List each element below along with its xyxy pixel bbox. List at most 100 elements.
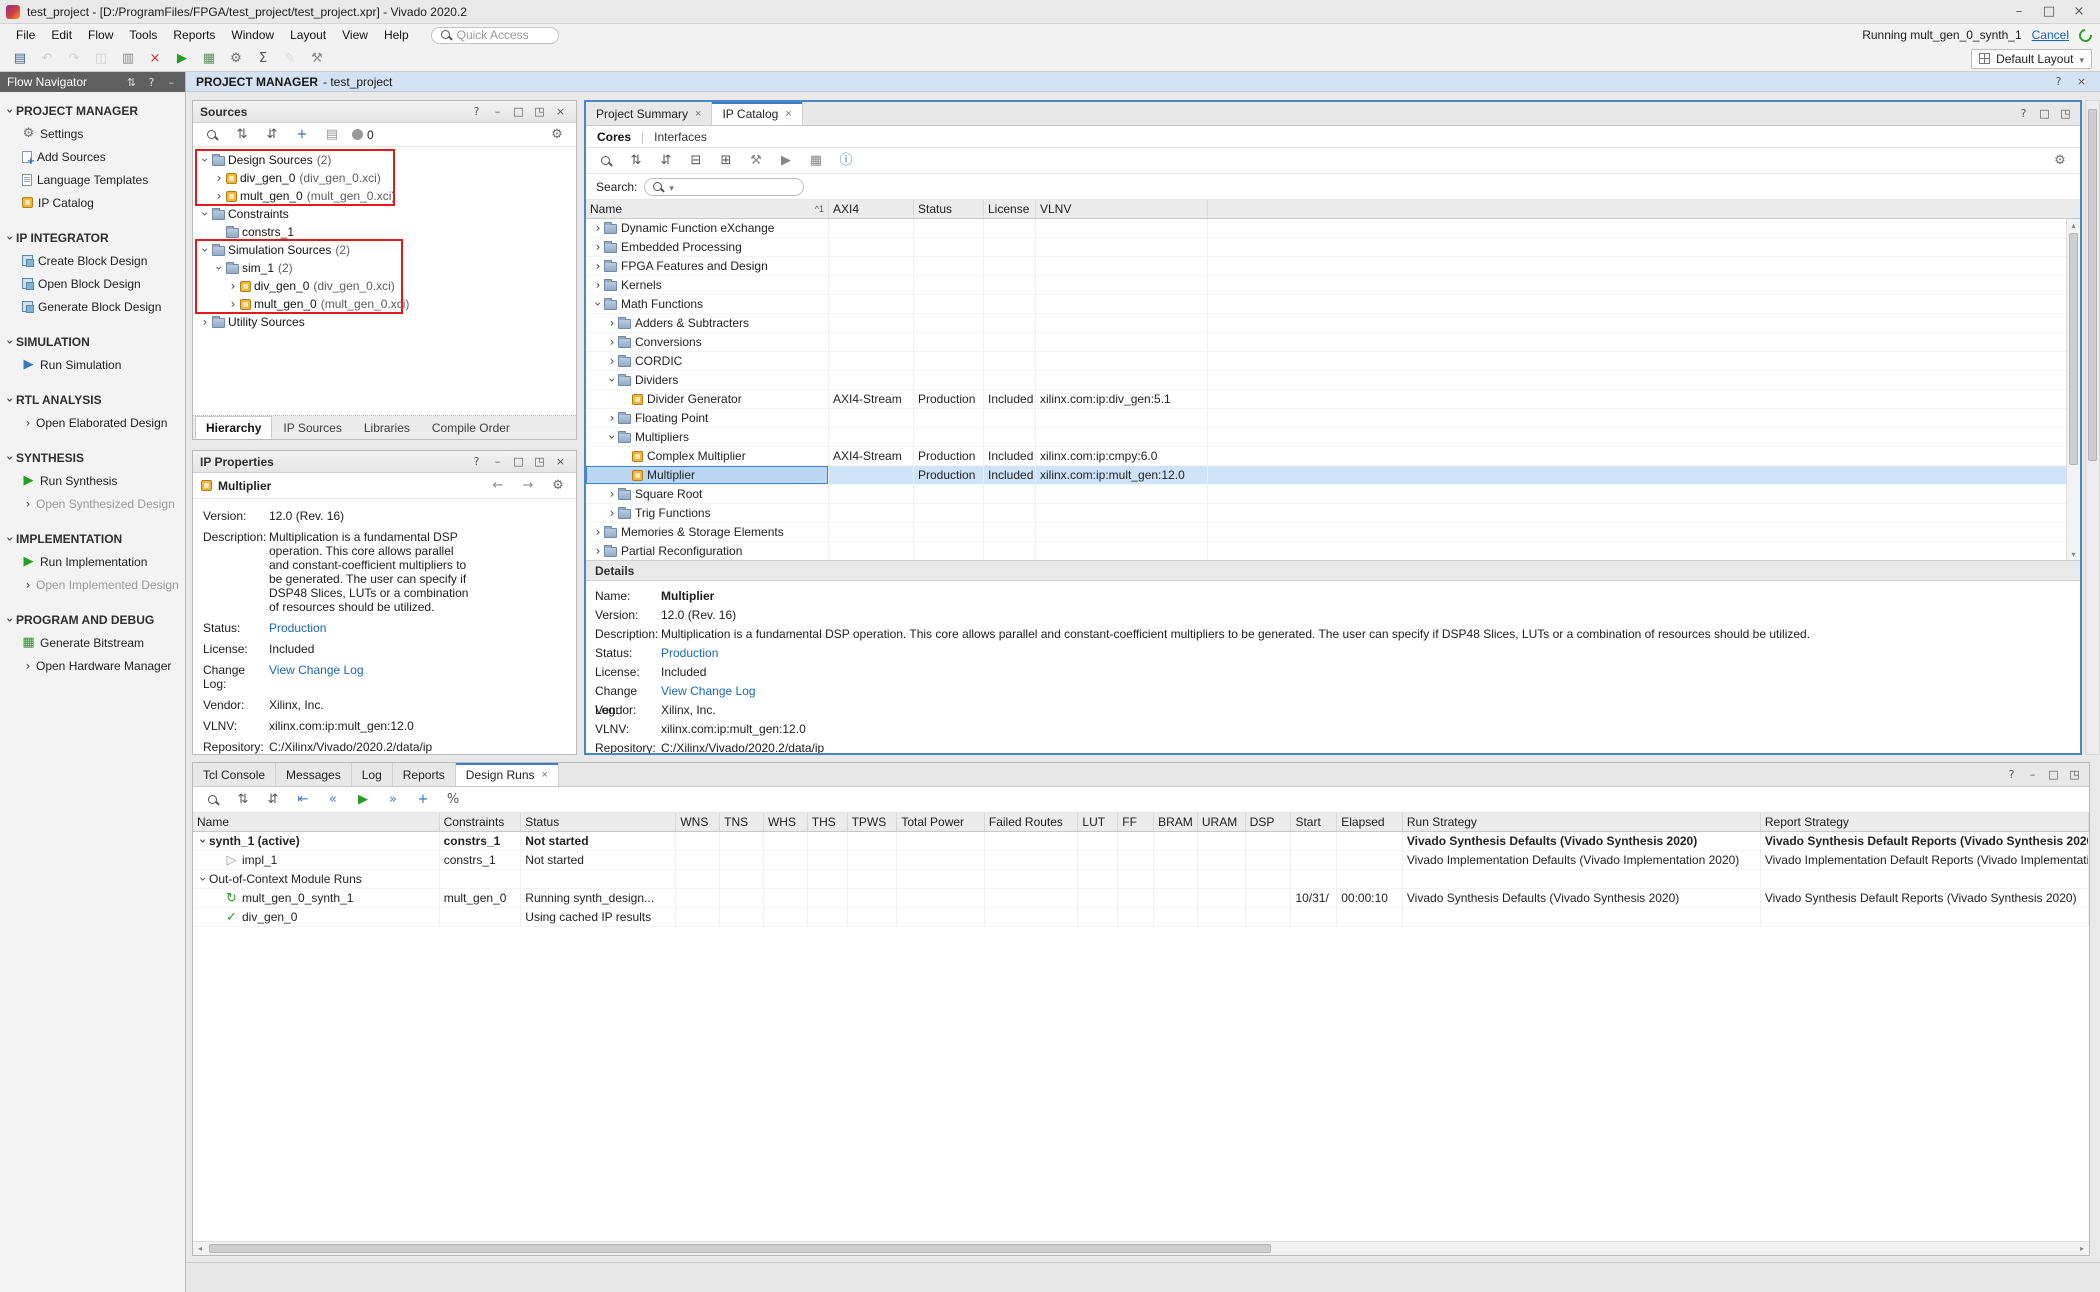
source-item-sim-1[interactable]: ›sim_1(2) <box>193 259 576 277</box>
expand-closed-icon[interactable]: › <box>227 280 239 292</box>
column-header-report-strategy[interactable]: Report Strategy <box>1761 813 2089 831</box>
tab-ip-catalog[interactable]: IP Catalog× <box>712 102 802 125</box>
expand-closed-icon[interactable]: › <box>22 417 34 429</box>
horizontal-scrollbar[interactable] <box>193 1241 2089 1255</box>
show-file-button[interactable]: ▤ <box>322 125 342 145</box>
flow-section-synthesis[interactable]: ›SYNTHESIS <box>0 447 185 469</box>
expand-open-icon[interactable]: › <box>199 244 211 256</box>
column-header-license[interactable]: License <box>984 200 1036 218</box>
scrollbar-thumb[interactable] <box>2069 233 2078 465</box>
catalog-row-complex-multiplier[interactable]: Complex MultiplierAXI4-StreamProductionI… <box>586 447 2080 466</box>
flow-item-generate-bitstream[interactable]: ▦Generate Bitstream <box>0 631 185 654</box>
tab-project-summary[interactable]: Project Summary× <box>586 102 712 125</box>
flow-item-open-implemented-design[interactable]: ›Open Implemented Design <box>0 573 185 596</box>
column-header-elapsed[interactable]: Elapsed <box>1337 813 1403 831</box>
catalog-row-math-functions[interactable]: ›Math Functions <box>586 295 2080 314</box>
catalog-row-memories-storage-elements[interactable]: ›Memories & Storage Elements <box>586 523 2080 542</box>
source-item-mult-gen-0[interactable]: ›mult_gen_0(mult_gen_0.xci) <box>193 295 576 313</box>
catalog-settings-button[interactable]: ⚙ <box>2050 151 2070 171</box>
search-button[interactable] <box>596 151 616 171</box>
catalog-search-input[interactable] <box>644 178 804 196</box>
flow-section-simulation[interactable]: ›SIMULATION <box>0 331 185 353</box>
forward-button[interactable]: → <box>518 476 538 496</box>
collapse-all-button[interactable]: ⇅ <box>232 125 252 145</box>
ip-properties-header[interactable]: IP Properties ?–□◳× <box>193 451 576 473</box>
run-row-synth-1-active[interactable]: ›synth_1 (active)constrs_1Not startedViv… <box>193 832 2089 851</box>
link-view-change-log[interactable]: View Change Log <box>661 682 756 701</box>
flow-section-program-and-debug[interactable]: ›PROGRAM AND DEBUG <box>0 609 185 631</box>
help-button[interactable]: ? <box>145 77 158 88</box>
close-tab-icon[interactable]: × <box>695 108 701 120</box>
add-button[interactable]: + <box>292 125 312 145</box>
catalog-vertical-scrollbar[interactable] <box>2066 219 2080 560</box>
window-vertical-scrollbar[interactable] <box>2085 100 2100 755</box>
copy-button[interactable]: ◫ <box>89 48 113 69</box>
add-button[interactable]: + <box>413 790 433 810</box>
expand-closed-icon[interactable]: › <box>213 172 225 184</box>
expand-open-icon[interactable]: › <box>199 208 211 220</box>
stop-button[interactable]: × <box>143 48 167 69</box>
expand-closed-icon[interactable]: › <box>592 545 604 557</box>
sources-tab-hierarchy[interactable]: Hierarchy <box>195 416 272 439</box>
column-header-failed-routes[interactable]: Failed Routes <box>985 813 1079 831</box>
catalog-row-multipliers[interactable]: ›Multipliers <box>586 428 2080 447</box>
expand-closed-icon[interactable]: › <box>606 412 618 424</box>
column-header-tpws[interactable]: TPWS <box>848 813 898 831</box>
help-button[interactable]: ? <box>2050 73 2067 90</box>
maximize-button[interactable]: □ <box>2036 105 2053 122</box>
subtab-interfaces[interactable]: Interfaces <box>654 130 707 144</box>
flow-section-ip-integrator[interactable]: ›IP INTEGRATOR <box>0 227 185 249</box>
expand-closed-icon[interactable]: › <box>606 355 618 367</box>
console-tab-messages[interactable]: Messages <box>276 763 352 786</box>
menu-edit[interactable]: Edit <box>43 26 80 44</box>
expand-all-button[interactable]: ⇵ <box>656 151 676 171</box>
flow-item-open-block-design[interactable]: Open Block Design <box>0 272 185 295</box>
flow-item-open-hardware-manager[interactable]: ›Open Hardware Manager <box>0 654 185 677</box>
goto-start-button[interactable]: ⇤ <box>293 790 313 810</box>
run-row-div-gen-0[interactable]: ✓div_gen_0Using cached IP results <box>193 908 2089 927</box>
catalog-row-floating-point[interactable]: ›Floating Point <box>586 409 2080 428</box>
scrollbar-thumb[interactable] <box>2088 109 2097 461</box>
float-button[interactable]: ◳ <box>2066 766 2083 783</box>
menu-layout[interactable]: Layout <box>282 26 334 44</box>
flow-item-create-block-design[interactable]: Create Block Design <box>0 249 185 272</box>
column-header-total-power[interactable]: Total Power <box>897 813 985 831</box>
catalog-row-partial-reconfiguration[interactable]: ›Partial Reconfiguration <box>586 542 2080 561</box>
expand-closed-icon[interactable]: › <box>606 336 618 348</box>
run-row-out-of-context-module-runs[interactable]: ›Out-of-Context Module Runs <box>193 870 2089 889</box>
collapse-all-button[interactable]: ⇅ <box>125 77 138 88</box>
expand-all-button[interactable]: ⇵ <box>263 790 283 810</box>
float-button[interactable]: ◳ <box>2057 105 2074 122</box>
run-button[interactable]: ▶ <box>170 48 194 69</box>
link-production[interactable]: Production <box>269 621 326 635</box>
flow-item-ip-catalog[interactable]: IP Catalog <box>0 191 185 214</box>
info-button[interactable]: ⓘ <box>836 151 856 171</box>
catalog-row-dynamic-function-exchange[interactable]: ›Dynamic Function eXchange <box>586 219 2080 238</box>
quick-access-search[interactable]: Quick Access <box>431 27 559 44</box>
minimize-button[interactable]: – <box>2024 766 2041 783</box>
flow-item-add-sources[interactable]: Add Sources <box>0 145 185 168</box>
source-item-div-gen-0[interactable]: ›div_gen_0(div_gen_0.xci) <box>193 277 576 295</box>
expand-open-icon[interactable]: › <box>606 431 618 443</box>
menu-view[interactable]: View <box>334 26 376 44</box>
source-item-simulation-sources[interactable]: ›Simulation Sources(2) <box>193 241 576 259</box>
expand-closed-icon[interactable]: › <box>606 507 618 519</box>
expand-closed-icon[interactable]: › <box>213 190 225 202</box>
close-button[interactable]: × <box>552 453 569 470</box>
catalog-row-divider-generator[interactable]: Divider GeneratorAXI4-StreamProductionIn… <box>586 390 2080 409</box>
close-button[interactable]: × <box>552 103 569 120</box>
settings-button[interactable]: ⚙ <box>548 476 568 496</box>
blocks-button[interactable]: ⊞ <box>716 151 736 171</box>
catalog-row-dividers[interactable]: ›Dividers <box>586 371 2080 390</box>
sources-settings-button[interactable]: ⚙ <box>547 125 567 145</box>
edit-button[interactable]: ✎ <box>278 48 302 69</box>
expand-closed-icon[interactable]: › <box>199 316 211 328</box>
column-header-status[interactable]: Status <box>521 813 676 831</box>
expand-all-button[interactable]: ⇵ <box>262 125 282 145</box>
expand-open-icon[interactable]: › <box>4 614 16 626</box>
expand-closed-icon[interactable]: › <box>227 298 239 310</box>
minimize-button[interactable]: – <box>489 453 506 470</box>
catalog-row-fpga-features-and-design[interactable]: ›FPGA Features and Design <box>586 257 2080 276</box>
minimize-window-button[interactable]: – <box>2004 2 2034 22</box>
flow-item-run-simulation[interactable]: ▶Run Simulation <box>0 353 185 376</box>
